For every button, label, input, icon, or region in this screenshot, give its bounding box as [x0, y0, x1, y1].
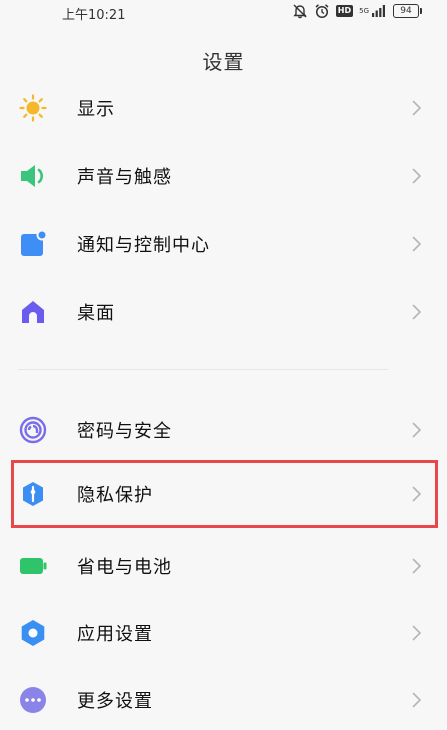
highlight-box: [11, 460, 438, 528]
settings-item-label: 声音与触感: [77, 167, 172, 188]
chevron-right-icon: [412, 422, 422, 438]
chevron-right-icon: [412, 558, 422, 574]
section-divider: [18, 369, 388, 370]
settings-item-label: 桌面: [77, 303, 115, 324]
chevron-right-icon: [412, 625, 422, 641]
page-title: 设置: [202, 50, 245, 74]
chevron-right-icon: [412, 168, 422, 184]
battery-icon: [18, 551, 48, 581]
settings-item-label: 显示: [77, 99, 115, 120]
sun-icon: [18, 93, 48, 123]
alarm-icon: [315, 4, 329, 19]
settings-item-home-screen[interactable]: 桌面: [0, 282, 447, 342]
settings-item-label: 更多设置: [77, 691, 153, 712]
settings-item-display[interactable]: 显示: [0, 78, 447, 138]
status-bar: 上午10:21 HD 5G 94: [0, 0, 447, 26]
signal-icon: [372, 5, 385, 17]
chevron-right-icon: [412, 304, 422, 320]
settings-item-password-security[interactable]: 密码与安全: [0, 400, 447, 460]
settings-item-notifications[interactable]: 通知与控制中心: [0, 214, 447, 274]
settings-item-label: 应用设置: [77, 624, 153, 645]
settings-item-sound[interactable]: 声音与触感: [0, 146, 447, 206]
speaker-icon: [18, 161, 48, 191]
network-label: 5G: [359, 6, 369, 15]
settings-item-label: 省电与电池: [77, 557, 172, 578]
gear-icon: [18, 618, 48, 648]
settings-item-app-settings[interactable]: 应用设置: [0, 603, 447, 663]
status-icons: HD 5G 94: [292, 3, 422, 19]
settings-item-label: 密码与安全: [77, 421, 172, 442]
status-time: 上午10:21: [62, 8, 126, 23]
more-dots-icon: [18, 685, 48, 715]
settings-item-battery[interactable]: 省电与电池: [0, 536, 447, 596]
battery-indicator: 94: [393, 4, 422, 18]
notification-icon: [18, 229, 48, 259]
home-icon: [18, 297, 48, 327]
mute-bell-icon: [293, 4, 307, 19]
chevron-right-icon: [412, 236, 422, 252]
fingerprint-icon: [18, 415, 48, 445]
hd-badge: HD: [335, 5, 354, 17]
chevron-right-icon: [412, 100, 422, 116]
settings-item-more[interactable]: 更多设置: [0, 670, 447, 730]
chevron-right-icon: [412, 692, 422, 708]
settings-item-label: 通知与控制中心: [77, 235, 210, 256]
